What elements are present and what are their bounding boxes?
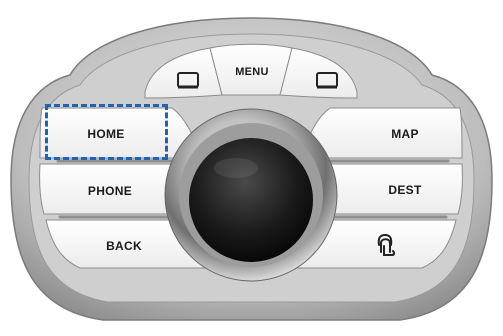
infotainment-controller: MENU HOME MAP PHONE DEST BACK xyxy=(0,0,503,336)
home-highlight-box xyxy=(45,104,168,160)
custom-button[interactable] xyxy=(290,220,455,268)
rotary-knob-control[interactable] xyxy=(189,138,313,262)
back-label: BACK xyxy=(106,239,142,253)
map-label: MAP xyxy=(391,127,419,141)
phone-label: PHONE xyxy=(87,184,133,198)
map-button[interactable] xyxy=(304,108,462,158)
left-softkey-button[interactable] xyxy=(150,52,222,98)
dest-label: DEST xyxy=(388,183,422,197)
right-softkey-button[interactable] xyxy=(280,52,357,98)
dest-button[interactable] xyxy=(304,164,462,214)
menu-label: MENU xyxy=(235,66,269,78)
